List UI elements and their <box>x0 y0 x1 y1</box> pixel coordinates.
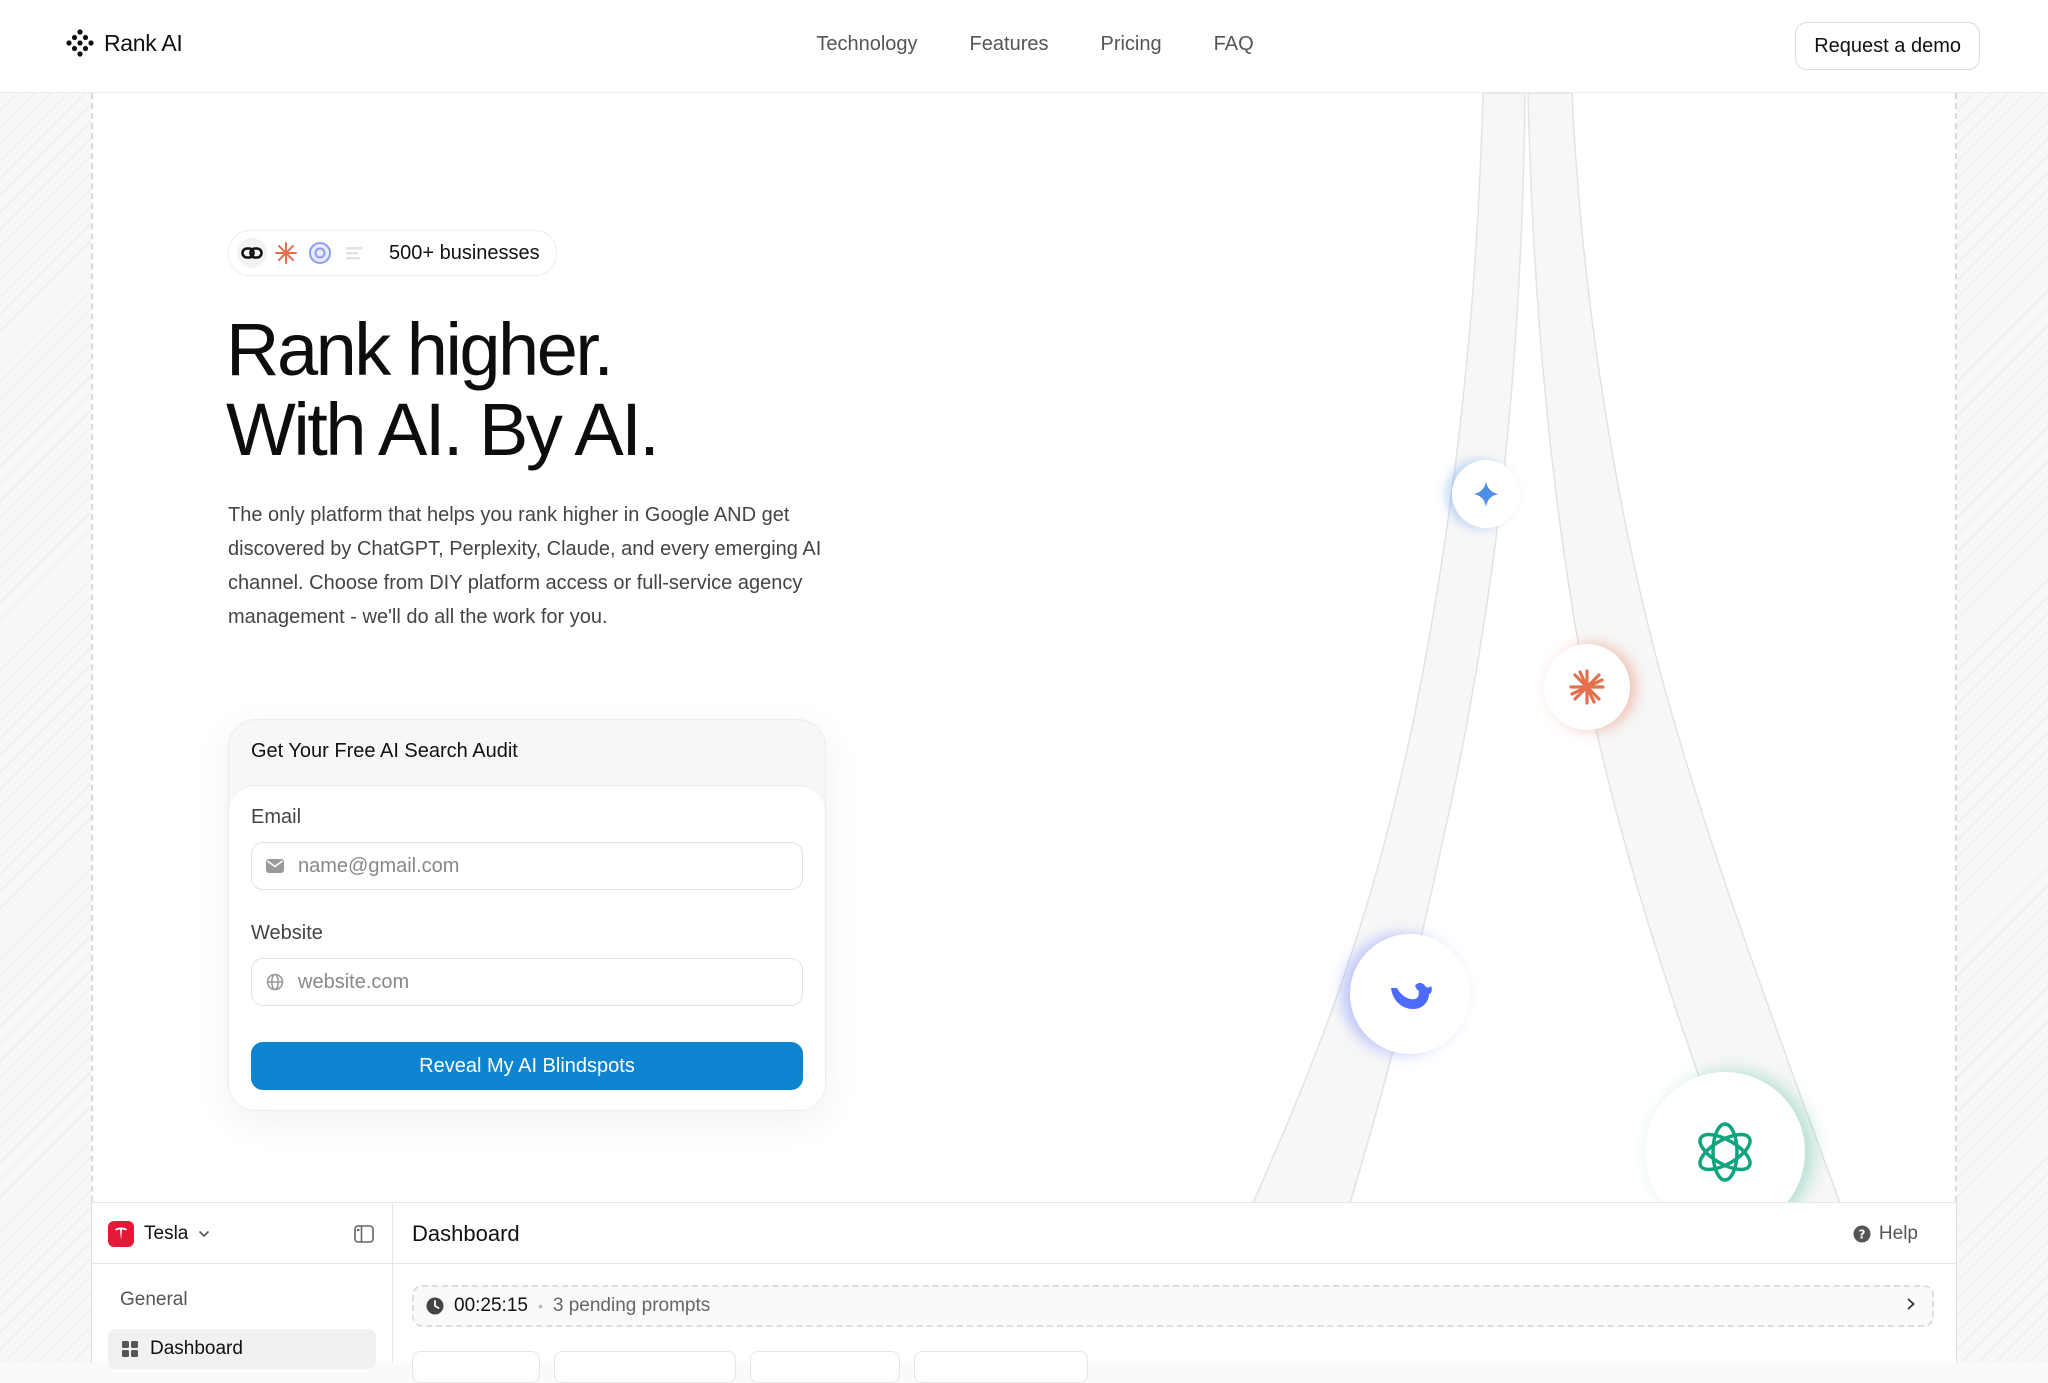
sidebar-item-dashboard[interactable]: Dashboard <box>108 1329 376 1369</box>
perplexity-small-icon <box>305 238 335 268</box>
deepseek-icon <box>1391 983 1432 1010</box>
main-nav: Technology Features Pricing FAQ <box>0 33 2048 56</box>
dashboard-tab-stub[interactable] <box>554 1351 736 1383</box>
social-proof-badge: 500+ businesses <box>228 230 557 276</box>
claude-logo <box>1544 644 1630 730</box>
envelope-icon <box>266 859 284 873</box>
clock-icon <box>426 1297 444 1315</box>
openai-icon <box>1698 1122 1752 1182</box>
dashboard-tab-stub[interactable] <box>412 1351 540 1383</box>
dashboard-tab-stub[interactable] <box>750 1351 900 1383</box>
email-input[interactable] <box>296 853 800 879</box>
email-label: Email <box>251 806 302 828</box>
org-switcher[interactable]: Tesla <box>108 1221 210 1247</box>
sidebar-divider <box>92 1263 392 1264</box>
link-logo-icon <box>237 238 267 268</box>
headline-line-2: With AI. By AI. <box>226 388 660 471</box>
audit-form-card: Get Your Free AI Search Audit Email Webs… <box>228 719 826 1111</box>
claude-icon <box>1569 669 1605 705</box>
nav-pricing[interactable]: Pricing <box>1100 33 1161 56</box>
timer-value: 00:25:15 <box>454 1295 528 1316</box>
badge-logos <box>237 238 369 268</box>
gemini-icon <box>1473 481 1499 507</box>
hero-description: The only platform that helps you rank hi… <box>228 504 822 628</box>
help-icon: ? <box>1853 1225 1871 1243</box>
headline-line-1: Rank higher. <box>226 308 614 391</box>
org-name: Tesla <box>144 1223 189 1244</box>
tesla-logo-icon <box>108 1221 134 1247</box>
dashboard-tab-stub[interactable] <box>914 1351 1088 1383</box>
sidebar-toggle-icon <box>354 1225 374 1243</box>
request-demo-button[interactable]: Request a demo <box>1795 22 1980 70</box>
sidebar-section-general: General <box>120 1289 188 1310</box>
sidebar-toggle-button[interactable] <box>354 1225 374 1248</box>
globe-icon <box>266 973 284 991</box>
top-header: Rank AI Technology Features Pricing FAQ … <box>0 0 2048 93</box>
dashboard-title: Dashboard <box>412 1221 520 1246</box>
sidebar-item-label: Dashboard <box>150 1338 243 1359</box>
nav-technology[interactable]: Technology <box>816 33 917 56</box>
hero-headline: Rank higher. With AI. By AI. <box>226 308 660 471</box>
nav-faq[interactable]: FAQ <box>1214 33 1254 56</box>
dashboard-preview: Tesla General Dashboard Dashboard ? Help… <box>91 1202 1957 1383</box>
gemini-logo <box>1452 460 1520 528</box>
nav-features[interactable]: Features <box>970 33 1049 56</box>
badge-text: 500+ businesses <box>389 241 540 264</box>
help-button[interactable]: ? Help <box>1853 1223 1918 1245</box>
email-field-wrapper[interactable] <box>251 842 803 890</box>
website-field-wrapper[interactable] <box>251 958 803 1006</box>
svg-text:?: ? <box>1858 1228 1865 1242</box>
dashboard-sidebar: Tesla General Dashboard <box>92 1203 393 1369</box>
deepseek-logo <box>1350 934 1470 1054</box>
blurred-small-icon <box>339 238 369 268</box>
audit-form-body: Email Website Reveal My AI Blindspots <box>229 785 825 1110</box>
pending-prompts-bar[interactable]: 00:25:15 • 3 pending prompts <box>412 1285 1934 1327</box>
chevron-right-icon <box>1907 1298 1915 1310</box>
reveal-blindspots-button[interactable]: Reveal My AI Blindspots <box>251 1042 803 1090</box>
claude-small-icon <box>271 238 301 268</box>
website-input[interactable] <box>296 969 800 995</box>
help-label: Help <box>1878 1223 1918 1244</box>
grid-icon <box>122 1341 138 1357</box>
website-label: Website <box>251 922 323 944</box>
chevron-down-icon <box>199 1230 210 1238</box>
audit-form-title: Get Your Free AI Search Audit <box>251 740 518 762</box>
pending-prompts-count: 3 pending prompts <box>552 1295 711 1316</box>
dashboard-header-divider <box>392 1263 1956 1264</box>
separator-dot: • <box>537 1298 543 1314</box>
